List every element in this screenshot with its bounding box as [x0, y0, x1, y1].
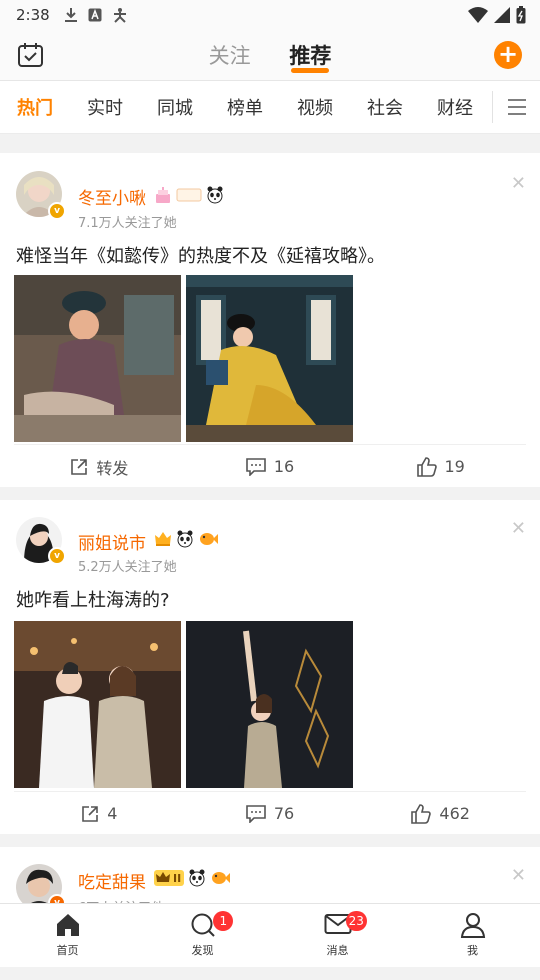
- post-text: 她咋看上杜海涛的?: [16, 590, 170, 611]
- like-count: 19: [444, 457, 465, 476]
- tab-recommend[interactable]: 推荐: [289, 44, 332, 73]
- repost-button[interactable]: 4: [14, 804, 185, 823]
- notification-badge: 1: [213, 911, 234, 931]
- discover-icon: [190, 912, 216, 942]
- comment-button[interactable]: 76: [185, 804, 356, 823]
- author-badges: [154, 530, 218, 548]
- status-time: 2:38: [16, 6, 50, 24]
- like-count: 462: [439, 804, 470, 823]
- wifi-icon: [468, 7, 488, 23]
- fish-icon: [200, 533, 218, 545]
- battery-icon: [516, 6, 526, 24]
- download-icon: [64, 8, 77, 22]
- author-name[interactable]: 冬至小啾: [78, 184, 146, 209]
- font-icon: [88, 8, 102, 22]
- tab-follow[interactable]: 关注: [209, 44, 251, 68]
- home-icon: [55, 912, 81, 942]
- post-card[interactable]: v 冬至小啾 7.1万人关注了她 ✕ 难怪当年《如懿传》的热度不及《延禧攻略》。…: [0, 153, 540, 487]
- tab-profile[interactable]: 我: [405, 904, 540, 962]
- signal-icon: [494, 7, 510, 23]
- category-finance[interactable]: 财经: [420, 94, 490, 120]
- cake-icon: [156, 187, 170, 203]
- top-nav: 关注 推荐 +: [0, 30, 540, 81]
- close-icon[interactable]: ✕: [511, 173, 526, 194]
- like-button[interactable]: 19: [355, 456, 526, 477]
- status-bar: 2:38: [0, 0, 540, 30]
- profile-icon: [460, 912, 486, 942]
- repost-count: 4: [107, 804, 118, 823]
- follower-count: 7.1万人关注了她: [78, 216, 177, 231]
- tab-discover-label: 发现: [191, 944, 214, 957]
- tab-messages-label: 消息: [326, 944, 349, 957]
- active-tab-underline: [291, 68, 330, 73]
- category-rankings[interactable]: 榜单: [210, 94, 280, 120]
- tab-home-label: 首页: [56, 944, 79, 957]
- compose-plus-button[interactable]: +: [494, 41, 522, 69]
- comment-icon: [246, 804, 266, 823]
- post-image[interactable]: [186, 275, 353, 442]
- author-name[interactable]: 吃定甜果: [78, 868, 146, 893]
- crown-icon: [155, 532, 171, 546]
- vip-level: II: [173, 871, 182, 885]
- panda-icon: [207, 186, 223, 204]
- share-icon: [71, 458, 88, 475]
- author-badges: II: [154, 869, 231, 887]
- category-society[interactable]: 社会: [350, 94, 420, 120]
- post-text: 难怪当年《如懿传》的热度不及《延禧攻略》。: [16, 246, 385, 267]
- category-video[interactable]: 视频: [280, 94, 350, 120]
- comment-count: 16: [273, 457, 295, 476]
- post-actions: 转发 16 19: [14, 444, 526, 488]
- author-badges: [154, 186, 224, 204]
- close-icon[interactable]: ✕: [511, 865, 526, 886]
- crown-icon: [156, 872, 170, 882]
- panda-icon: [189, 869, 205, 887]
- category-divider: [492, 91, 493, 123]
- tab-profile-label: 我: [467, 944, 478, 957]
- like-button[interactable]: 462: [355, 803, 526, 824]
- post-image[interactable]: [186, 621, 353, 788]
- fish-icon: [212, 872, 231, 884]
- vip-badge: II: [154, 870, 185, 886]
- tab-recommend-label: 推荐: [289, 44, 332, 68]
- feed: v 冬至小啾 7.1万人关注了她 ✕ 难怪当年《如懿传》的热度不及《延禧攻略》。…: [0, 141, 540, 980]
- category-realtime[interactable]: 实时: [70, 94, 140, 120]
- bottom-tab-bar: 首页 1 发现 23 消息 我: [0, 903, 540, 962]
- panda-icon: [177, 530, 193, 548]
- verified-badge: v: [48, 202, 66, 220]
- thumbs-up-icon: [411, 803, 432, 824]
- comment-icon: [246, 457, 266, 476]
- thumbs-up-icon: [416, 456, 437, 477]
- verified-badge: v: [48, 547, 66, 565]
- menu-icon[interactable]: [508, 99, 526, 119]
- category-hot[interactable]: 热门: [0, 94, 70, 120]
- post-images: [14, 275, 353, 442]
- post-actions: 4 76 462: [14, 791, 526, 835]
- accessibility-icon: [113, 8, 126, 23]
- ticket-badge-icon: [176, 188, 202, 202]
- follower-count: 5.2万人关注了她: [78, 560, 177, 575]
- comment-count: 76: [273, 804, 295, 823]
- comment-button[interactable]: 16: [185, 457, 356, 476]
- post-card[interactable]: v 丽姐说市 5.2万人关注了她 ✕ 她咋看上杜海涛的? 4 76 462: [0, 500, 540, 834]
- post-image[interactable]: [14, 275, 181, 442]
- post-images: [14, 621, 353, 788]
- close-icon[interactable]: ✕: [511, 518, 526, 539]
- tab-discover[interactable]: 1 发现: [135, 904, 270, 962]
- post-image[interactable]: [14, 621, 181, 788]
- author-name[interactable]: 丽姐说市: [78, 529, 146, 554]
- repost-button[interactable]: 转发: [14, 455, 185, 479]
- share-icon: [82, 805, 99, 822]
- repost-label: 转发: [96, 458, 129, 478]
- category-bar: 热门 实时 同城 榜单 视频 社会 财经: [0, 81, 540, 134]
- category-local[interactable]: 同城: [140, 94, 210, 120]
- tab-home[interactable]: 首页: [0, 904, 135, 962]
- tab-messages[interactable]: 23 消息: [270, 904, 405, 962]
- notification-badge: 23: [345, 911, 367, 931]
